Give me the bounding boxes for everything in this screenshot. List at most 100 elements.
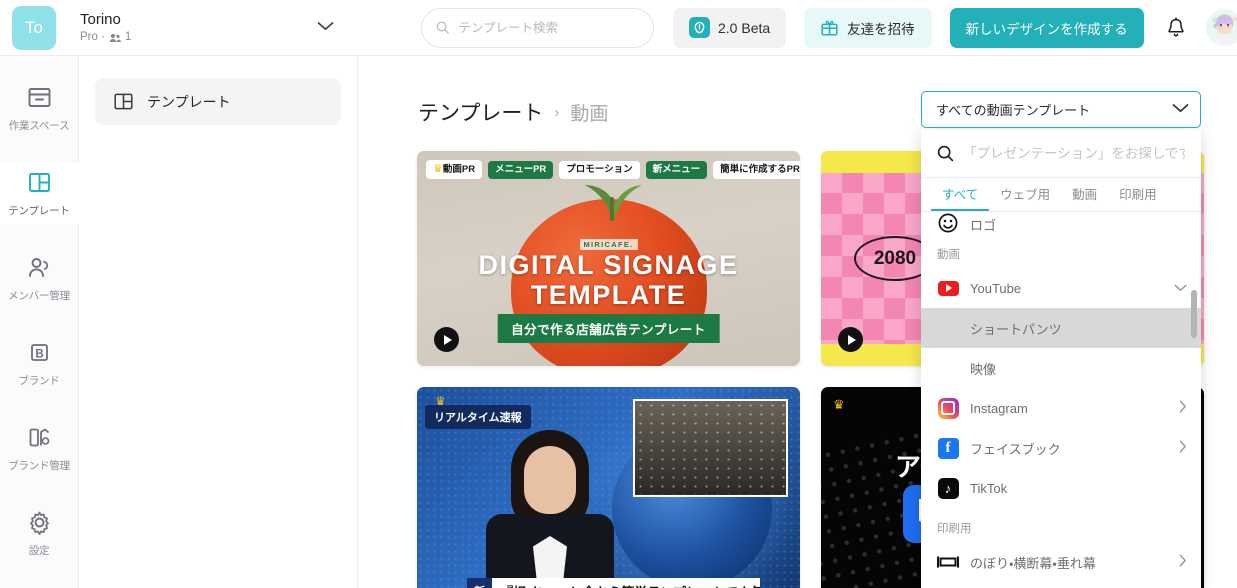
card-tag[interactable]: ♛動画PR bbox=[426, 160, 483, 179]
secondary-sidebar: テンプレート bbox=[79, 56, 358, 588]
gift-icon bbox=[821, 20, 838, 36]
template-category-select[interactable]: すべての動画テンプレート bbox=[921, 91, 1201, 128]
dropdown-item-banner[interactable]: のぼり・横断幕・垂れ幕 bbox=[921, 542, 1201, 582]
bell-icon[interactable] bbox=[1166, 16, 1186, 39]
dropdown-search-box[interactable] bbox=[921, 130, 1201, 178]
dropdown-item-facebook[interactable]: f フェイスブック bbox=[921, 428, 1201, 468]
instagram-icon bbox=[937, 397, 959, 419]
search-icon bbox=[937, 145, 954, 162]
user-avatar[interactable] bbox=[1205, 9, 1237, 46]
primary-sidebar: 作業スペース テンプレート メンバー管理 B ブランド ブランド管理 設定 bbox=[0, 56, 79, 588]
dropdown-item-label: Instagram bbox=[970, 400, 1028, 416]
workspace-switcher[interactable]: To Torino Pro · 1 bbox=[0, 0, 358, 56]
tiktok-icon: ♪ bbox=[937, 477, 959, 499]
template-search-box[interactable] bbox=[421, 7, 654, 48]
card-text: ア bbox=[895, 452, 924, 482]
sidebar-item-label: ブランド管理 bbox=[8, 460, 70, 472]
card-tag[interactable]: 新メニュー bbox=[645, 160, 708, 179]
dropdown-item-instagram[interactable]: Instagram bbox=[921, 388, 1201, 428]
sidebar-item-label: メンバー管理 bbox=[8, 290, 70, 302]
top-bar: To Torino Pro · 1 テンプレート検索 2.0 Beta 友達を招… bbox=[0, 0, 1237, 56]
crown-icon: ♛ bbox=[435, 394, 446, 408]
breadcrumb: テンプレート › 動画 bbox=[418, 97, 608, 127]
tab-print[interactable]: 印刷用 bbox=[1108, 178, 1168, 211]
play-icon[interactable] bbox=[838, 327, 863, 352]
breadcrumb-current: 動画 bbox=[570, 103, 609, 125]
sidebar-item-settings[interactable]: 設定 bbox=[0, 503, 79, 564]
card-tag-row: ♛動画PR メニューPR プロモーション 新メニュー 簡単に作成するPR映像 bbox=[426, 160, 800, 179]
chevron-down-icon bbox=[1174, 281, 1187, 295]
category-dropdown-panel: すべて ウェブ用 動画 印刷用 ロゴ 動画 YouTube ショー bbox=[921, 130, 1201, 588]
chevron-down-icon[interactable] bbox=[317, 19, 334, 37]
dropdown-item-tiktok[interactable]: ♪ TikTok bbox=[921, 468, 1201, 508]
card-subtitle: 自分で作る店舗広告テンプレート bbox=[497, 314, 720, 343]
template-icon bbox=[114, 93, 133, 110]
tab-all[interactable]: すべて bbox=[931, 178, 990, 211]
members-icon bbox=[109, 33, 121, 42]
sidebar-item-brand[interactable]: B ブランド bbox=[0, 333, 79, 394]
invite-friends-button[interactable]: 友達を招待 bbox=[804, 7, 932, 48]
dropdown-subitem-shorts[interactable]: ショートパンツ bbox=[921, 308, 1201, 348]
member-count: 1 bbox=[124, 31, 132, 43]
select-value: すべての動画テンプレート bbox=[936, 103, 1091, 118]
tomato-stem-icon bbox=[584, 185, 642, 221]
template-card-digital-signage[interactable]: MIRICAFE. DIGITAL SIGNAGE TEMPLATE 自分で作る… bbox=[417, 151, 800, 366]
dropdown-item-label: ロゴ bbox=[970, 218, 997, 233]
card-title-line2: TEMPLATE bbox=[530, 280, 687, 310]
sidebar-item-brand-manage[interactable]: ブランド管理 bbox=[0, 418, 79, 479]
panel-item-label: テンプレート bbox=[147, 93, 231, 110]
dropdown-item-logo[interactable]: ロゴ bbox=[921, 212, 1201, 234]
dropdown-tabs: すべて ウェブ用 動画 印刷用 bbox=[921, 178, 1201, 212]
brand-manage-icon bbox=[29, 428, 49, 447]
workspace-avatar: To bbox=[12, 5, 56, 50]
chevron-right-icon bbox=[1179, 400, 1187, 416]
dropdown-subitem-video[interactable]: 映像 bbox=[921, 348, 1201, 388]
facebook-icon: f bbox=[937, 437, 959, 459]
chevron-right-icon bbox=[1179, 554, 1187, 570]
card-tag[interactable]: メニューPR bbox=[488, 160, 554, 179]
invite-label: 友達を招待 bbox=[847, 21, 915, 37]
breadcrumb-separator: › bbox=[554, 103, 560, 121]
dropdown-item-label: フェイスブック bbox=[970, 441, 1061, 457]
banner-icon bbox=[937, 551, 959, 573]
gear-icon bbox=[29, 511, 49, 535]
sidebar-item-members[interactable]: メンバー管理 bbox=[0, 248, 79, 309]
dropdown-search-input[interactable] bbox=[963, 146, 1185, 161]
dropdown-section-print: 印刷用 bbox=[937, 523, 972, 535]
dropdown-scrollbar-thumb[interactable] bbox=[1191, 290, 1197, 338]
dropdown-item-label: TikTok bbox=[970, 480, 1008, 496]
template-card-realtime-news[interactable]: ♛ リアルタイム速報 新 『祝!ちょっと今から簡単テンプレートで人気速報 bbox=[417, 387, 800, 588]
beta-logo-icon bbox=[689, 17, 710, 38]
dropdown-item-youtube[interactable]: YouTube bbox=[921, 268, 1201, 308]
crown-icon: ♛ bbox=[833, 397, 845, 412]
play-icon[interactable] bbox=[434, 327, 459, 352]
panel-item-templates[interactable]: テンプレート bbox=[95, 78, 341, 125]
dropdown-section-video: 動画 bbox=[937, 249, 960, 261]
workspace-initials: To bbox=[25, 17, 43, 37]
card-title-line1: DIGITAL SIGNAGE bbox=[478, 250, 739, 280]
smiley-logo-icon bbox=[937, 212, 959, 234]
breadcrumb-root[interactable]: テンプレート bbox=[418, 97, 543, 127]
beta-label: 2.0 Beta bbox=[718, 19, 771, 36]
news-anchor-image bbox=[485, 430, 615, 588]
create-label: 新しいデザインを作成する bbox=[965, 21, 1128, 37]
create-design-button[interactable]: 新しいデザインを作成する bbox=[949, 7, 1144, 48]
workspace-icon bbox=[28, 88, 50, 107]
members-icon bbox=[28, 258, 48, 277]
sidebar-item-templates[interactable]: テンプレート bbox=[0, 163, 79, 224]
svg-text:B: B bbox=[35, 348, 43, 360]
sidebar-item-workspace[interactable]: 作業スペース bbox=[0, 78, 79, 139]
card-tag[interactable]: リアルタイム速報 bbox=[425, 405, 531, 429]
card-tag[interactable]: 簡単に作成するPR映像 bbox=[713, 160, 800, 179]
tab-web[interactable]: ウェブ用 bbox=[989, 178, 1061, 211]
search-input[interactable] bbox=[458, 20, 639, 35]
card-brand-text: MIRICAFE. bbox=[579, 239, 638, 250]
sidebar-item-label: テンプレート bbox=[8, 205, 70, 217]
card-tag-row: ♛ リアルタイム速報 bbox=[425, 394, 531, 429]
workspace-plan: Pro · 1 bbox=[80, 31, 317, 44]
card-tag[interactable]: プロモーション bbox=[559, 160, 640, 179]
tab-video[interactable]: 動画 bbox=[1061, 178, 1108, 211]
beta-version-button[interactable]: 2.0 Beta bbox=[673, 7, 787, 48]
plan-label: Pro · bbox=[80, 31, 105, 43]
news-headline: 『祝!ちょっと今から簡単テンプレートで人気速報 bbox=[500, 582, 760, 588]
